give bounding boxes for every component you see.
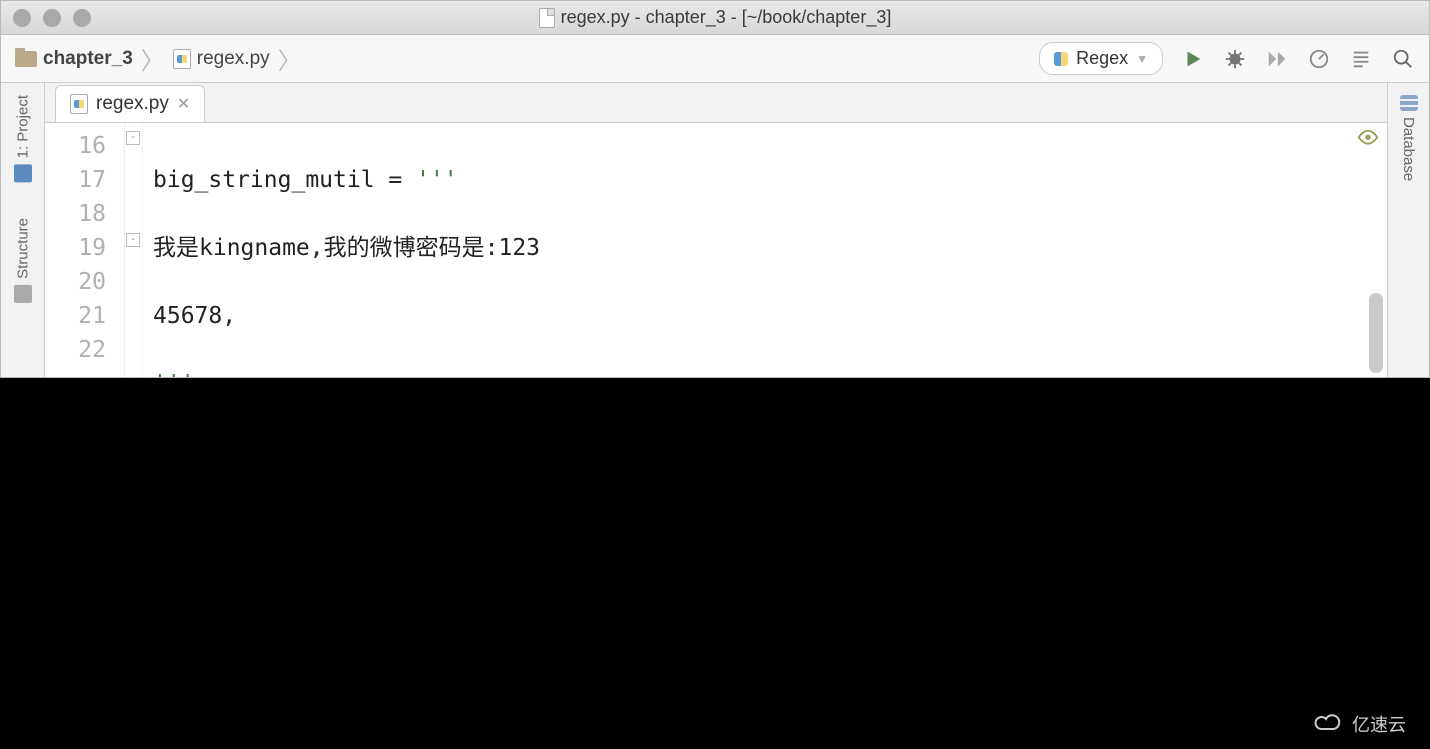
profile-button[interactable] — [1307, 47, 1331, 71]
window-titlebar: regex.py - chapter_3 - [~/book/chapter_3… — [1, 1, 1429, 35]
left-tool-rail: 1: Project Structure — [1, 83, 45, 377]
watermark: 亿速云 — [1314, 711, 1406, 737]
breadcrumb-label: regex.py — [197, 48, 270, 70]
line-number-gutter: 16 17 18 19 20 21 22 — [45, 123, 125, 377]
close-tab-button[interactable]: ✕ — [177, 94, 190, 114]
inspection-icon[interactable] — [1357, 129, 1379, 147]
breadcrumb: chapter_3 〉 regex.py 〉 — [15, 41, 302, 76]
python-icon — [1054, 52, 1068, 66]
database-tool-tab[interactable]: Database — [1400, 95, 1418, 181]
fold-toggle[interactable]: - — [126, 233, 140, 247]
project-tool-tab[interactable]: 1: Project — [14, 89, 32, 188]
editor-tab-regex-py[interactable]: regex.py ✕ — [55, 85, 205, 122]
run-button[interactable] — [1181, 47, 1205, 71]
file-icon — [539, 8, 555, 28]
window-title-text: regex.py - chapter_3 - [~/book/chapter_3… — [561, 7, 892, 28]
chevron-down-icon: ▼ — [1136, 52, 1148, 66]
python-file-icon — [173, 49, 191, 69]
breadcrumb-separator: 〉 — [278, 41, 302, 76]
project-icon — [14, 164, 32, 182]
python-file-icon — [70, 94, 88, 114]
breadcrumb-item-regex-py[interactable]: regex.py — [173, 48, 270, 70]
toolbar-right: Regex ▼ — [1039, 42, 1415, 75]
code-content[interactable]: big_string_mutil = ''' 我是kingname,我的微博密码… — [143, 123, 1387, 377]
coverage-button[interactable] — [1265, 47, 1289, 71]
editor-tab-bar: regex.py ✕ — [45, 83, 1387, 123]
code-editor[interactable]: 16 17 18 19 20 21 22 - - big_string_muti… — [45, 123, 1387, 377]
list-button[interactable] — [1349, 47, 1373, 71]
run-configuration-dropdown[interactable]: Regex ▼ — [1039, 42, 1163, 75]
right-tool-rail: Database — [1387, 83, 1429, 377]
editor-zone: regex.py ✕ 16 17 18 19 20 21 22 - - big_… — [45, 83, 1387, 377]
folder-icon — [15, 51, 37, 67]
database-icon — [1400, 95, 1418, 111]
main-area: 1: Project Structure regex.py ✕ 16 17 18… — [1, 83, 1429, 377]
navigation-bar: chapter_3 〉 regex.py 〉 Regex ▼ — [1, 35, 1429, 83]
breadcrumb-separator: 〉 — [141, 41, 165, 76]
watermark-text: 亿速云 — [1352, 711, 1406, 737]
search-everywhere-button[interactable] — [1391, 47, 1415, 71]
breadcrumb-item-chapter-3[interactable]: chapter_3 — [15, 48, 133, 70]
structure-tool-tab[interactable]: Structure — [14, 212, 32, 309]
breadcrumb-label: chapter_3 — [43, 48, 133, 70]
fold-column: - - — [125, 123, 143, 377]
debug-button[interactable] — [1223, 47, 1247, 71]
structure-icon — [14, 285, 32, 303]
ide-window: regex.py - chapter_3 - [~/book/chapter_3… — [0, 0, 1430, 378]
window-title: regex.py - chapter_3 - [~/book/chapter_3… — [1, 7, 1429, 28]
vertical-scrollbar[interactable] — [1369, 293, 1383, 373]
fold-toggle[interactable]: - — [126, 131, 140, 145]
run-config-label: Regex — [1076, 48, 1128, 69]
tab-label: regex.py — [96, 93, 169, 115]
